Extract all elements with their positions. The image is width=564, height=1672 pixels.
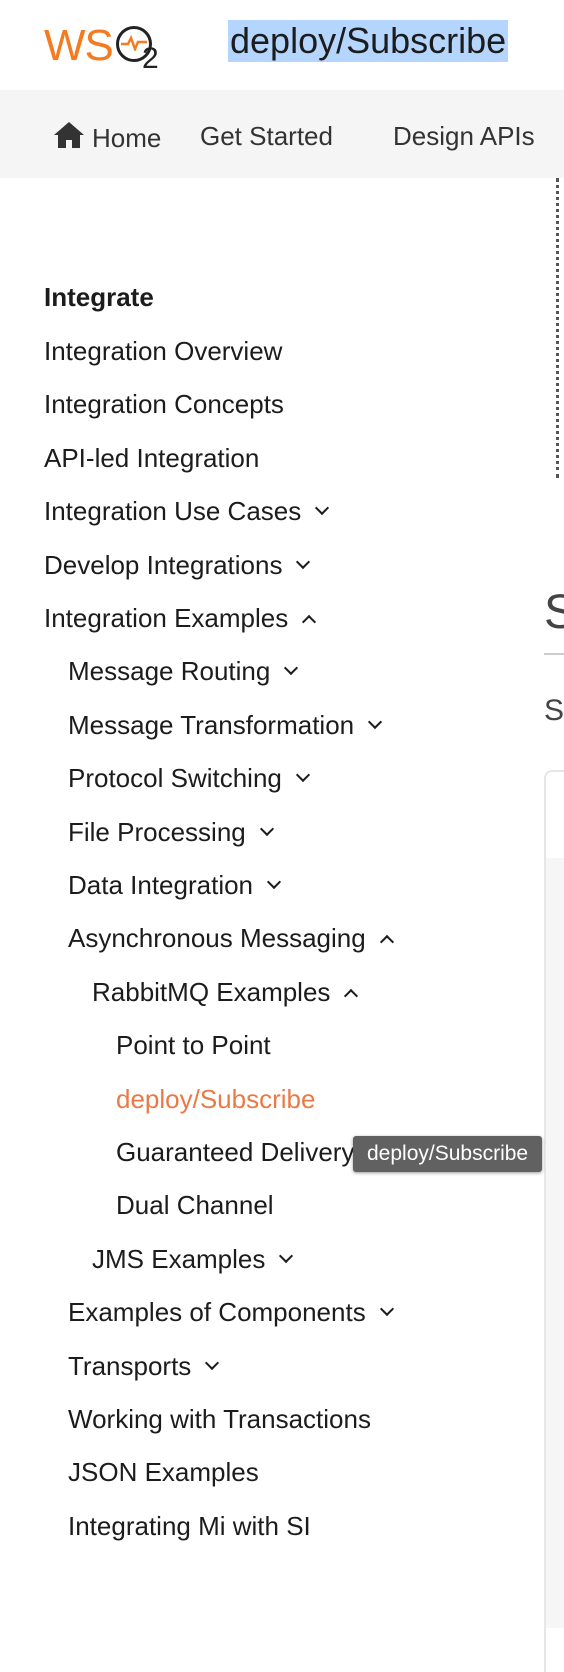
sidebar-item[interactable]: Asynchronous Messaging bbox=[68, 921, 394, 955]
sidebar-item-label: JSON Examples bbox=[68, 1457, 259, 1488]
sidebar-item-label: Working with Transactions bbox=[68, 1404, 371, 1434]
sidebar-item[interactable]: JSON Examples bbox=[68, 1455, 259, 1489]
sidebar-item-label: Protocol Switching bbox=[68, 763, 282, 794]
sidebar-item[interactable]: Develop Integrations bbox=[44, 548, 311, 582]
sidebar-item[interactable]: Point to Point bbox=[116, 1028, 271, 1062]
sidebar-item-label: Integration Overview bbox=[44, 336, 283, 366]
sidebar-item-label: API-led Integration bbox=[44, 442, 260, 473]
sidebar-item-label: Develop Integrations bbox=[44, 549, 283, 580]
chevron-down-icon bbox=[266, 874, 282, 890]
sidebar-item[interactable]: Integration Examples bbox=[44, 601, 317, 635]
sidebar-item-label: Point to Point bbox=[116, 1030, 271, 1061]
sidebar-item-label: deploy/Subscribe bbox=[116, 1083, 316, 1114]
sidebar-item-label: File Processing bbox=[68, 816, 246, 847]
chevron-down-icon bbox=[315, 501, 330, 516]
page-title: deploy/Subscribe bbox=[228, 20, 509, 62]
sidebar-item-label: Message Transformation bbox=[68, 709, 355, 740]
sidebar-item[interactable]: Message Transformation bbox=[68, 708, 383, 742]
chevron-up-icon bbox=[344, 988, 359, 1003]
content-divider bbox=[556, 178, 559, 478]
sidebar-item-label: RabbitMQ Examples bbox=[92, 976, 331, 1007]
site-header: WS 2 deploy/Subscribe bbox=[0, 0, 564, 90]
content-heading: S bbox=[544, 586, 564, 639]
sidebar-item-label: Examples of Components bbox=[68, 1297, 366, 1328]
sidebar-heading: Integrate bbox=[44, 282, 154, 312]
content-subheading: S bbox=[544, 694, 564, 727]
sidebar-item[interactable]: Working with Transactions bbox=[68, 1402, 371, 1436]
tab-home[interactable]: Home bbox=[52, 120, 161, 154]
chevron-up-icon bbox=[302, 614, 317, 630]
home-icon bbox=[54, 122, 84, 148]
sidebar-item[interactable]: Transports bbox=[68, 1349, 220, 1383]
chevron-down-icon bbox=[259, 821, 274, 836]
sidebar-item-label: JMS Examples bbox=[92, 1243, 266, 1274]
chevron-down-icon bbox=[379, 1302, 394, 1317]
sidebar-item-label: Integrating Mi with SI bbox=[68, 1510, 311, 1541]
sidebar-item-label: Dual Channel bbox=[116, 1190, 274, 1221]
chevron-down-icon bbox=[205, 1355, 220, 1370]
sidebar-item-label: Transports bbox=[68, 1350, 192, 1381]
sidebar-item[interactable]: JMS Examples bbox=[92, 1242, 294, 1276]
chevron-down-icon bbox=[368, 714, 383, 729]
wso2-logo[interactable]: WS 2 bbox=[44, 24, 166, 76]
sidebar-item[interactable]: API-led Integration bbox=[44, 441, 259, 475]
tab-design-apis[interactable]: Design APIs bbox=[393, 120, 535, 152]
chevron-down-icon bbox=[284, 661, 299, 676]
sidebar-item[interactable]: Guaranteed Delivery bbox=[116, 1135, 354, 1169]
sidebar-item[interactable]: Dual Channel bbox=[116, 1188, 274, 1222]
sidebar-item[interactable]: Examples of Components bbox=[68, 1295, 394, 1329]
sidebar-item[interactable]: Integration Concepts bbox=[44, 387, 284, 421]
tab-get-started[interactable]: Get Started bbox=[200, 120, 333, 152]
sidebar-item-label: Asynchronous Messaging bbox=[68, 923, 366, 954]
tooltip: deploy/Subscribe bbox=[353, 1136, 543, 1172]
sidebar-item[interactable]: Data Integration bbox=[68, 868, 282, 902]
sidebar-item[interactable]: Integration Use Cases bbox=[44, 494, 330, 528]
sidebar-item-label: Integration Use Cases bbox=[44, 496, 302, 527]
sidebar-item[interactable]: Message Routing bbox=[68, 654, 299, 688]
content-rule bbox=[544, 653, 564, 655]
sidebar-item[interactable]: deploy/Subscribe bbox=[116, 1082, 315, 1116]
sidebar-item[interactable]: File Processing bbox=[68, 815, 274, 849]
sidebar-item-label: Data Integration bbox=[68, 870, 254, 900]
chevron-down-icon bbox=[279, 1248, 294, 1263]
sidebar-item-label: Integration Examples bbox=[44, 603, 289, 633]
top-tabs: Home Get Started Design APIs bbox=[0, 90, 564, 178]
sidebar-item[interactable]: Integrating Mi with SI bbox=[68, 1509, 311, 1543]
content-card-body bbox=[546, 858, 564, 1628]
chevron-up-icon bbox=[379, 935, 394, 950]
sidebar-item-label: Message Routing bbox=[68, 656, 271, 687]
sidebar-item-label: Guaranteed Delivery bbox=[116, 1137, 355, 1167]
sidebar-item-label: Integration Concepts bbox=[44, 389, 284, 420]
sidebar-item[interactable]: Integration Overview bbox=[44, 334, 282, 368]
chevron-down-icon bbox=[296, 554, 311, 569]
sidebar-item[interactable]: Protocol Switching bbox=[68, 761, 310, 795]
chevron-down-icon bbox=[295, 768, 310, 783]
sidebar-item[interactable]: RabbitMQ Examples bbox=[92, 975, 359, 1009]
